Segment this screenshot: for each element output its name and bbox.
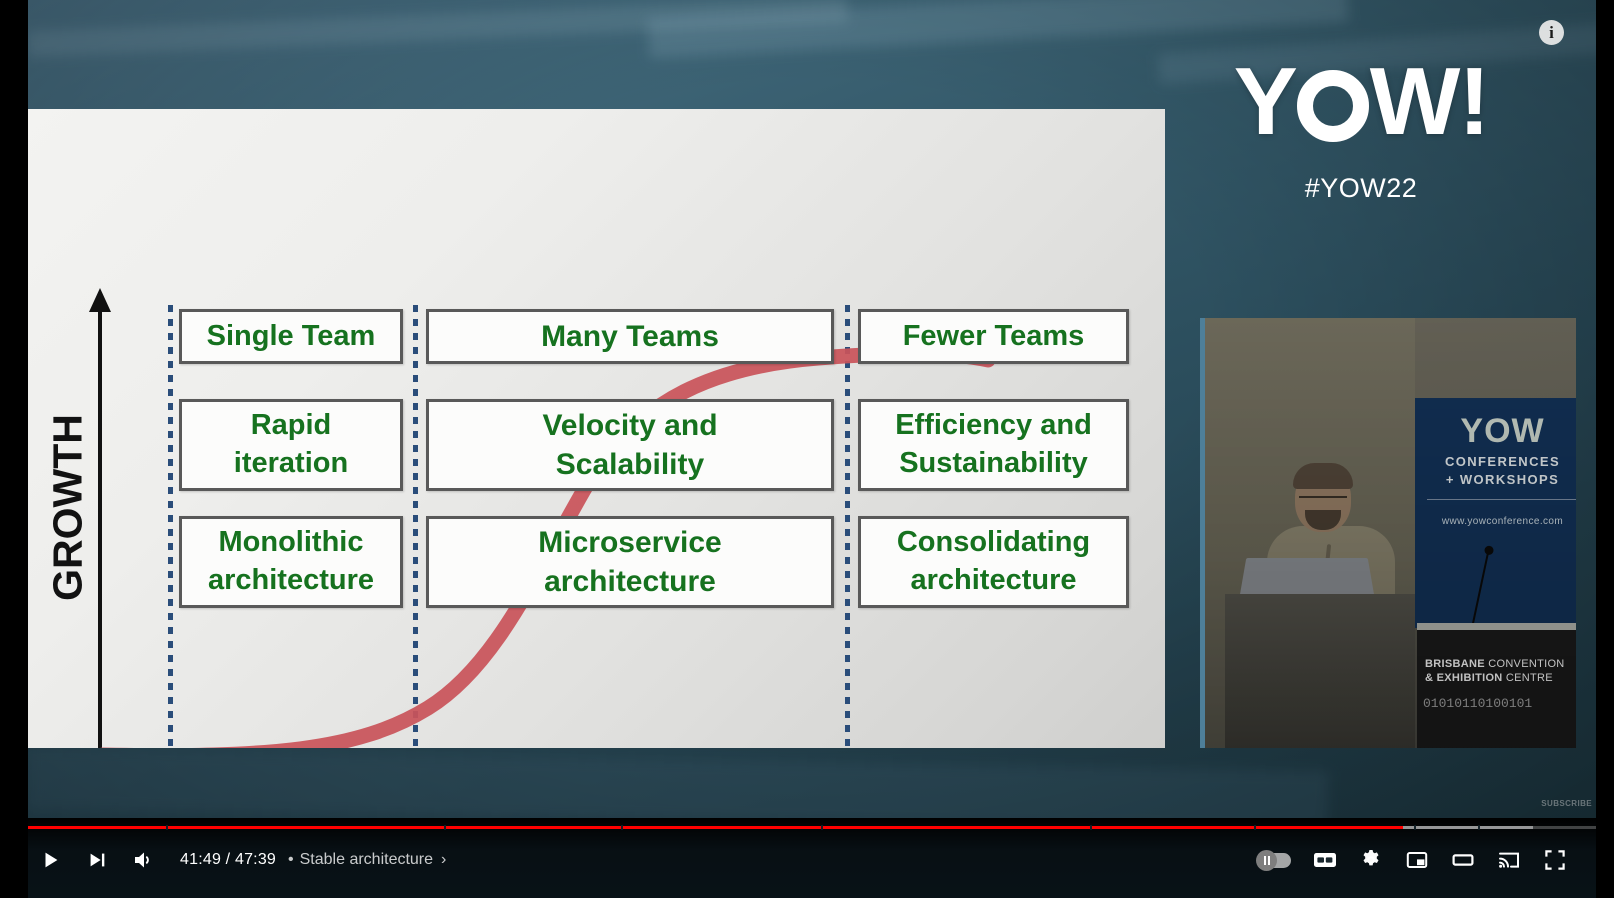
presenter-glasses xyxy=(1299,496,1347,504)
chapter-title-label: Stable architecture xyxy=(299,851,434,868)
y-axis-label: GROWTH xyxy=(44,414,91,601)
y-axis xyxy=(89,288,111,748)
banner-line-1: CONFERENCES xyxy=(1444,454,1561,469)
play-icon[interactable] xyxy=(28,836,74,884)
letterbox-right xyxy=(1596,0,1614,898)
gear-icon[interactable] xyxy=(1348,836,1394,884)
presentation-slide: GROWTH TIME STARTING SCALING OPTIMIZING … xyxy=(28,109,1165,748)
captions-button[interactable] xyxy=(1302,836,1348,884)
controls-row: 41:49 / 47:39 • Stable architecture › xyxy=(28,836,1596,884)
chapter-markers xyxy=(28,825,1596,830)
yow-logo-o-ring xyxy=(1296,70,1369,142)
player-controls-bar: 41:49 / 47:39 • Stable architecture › xyxy=(28,818,1596,898)
lectern-line-1-rest: CONVENTION xyxy=(1484,658,1565,670)
progress-bar[interactable] xyxy=(28,825,1596,830)
lectern-line-2: & EXHIBITION CENTRE xyxy=(1425,672,1576,684)
youtube-player-page: GROWTH TIME STARTING SCALING OPTIMIZING … xyxy=(0,0,1614,898)
banner-line-2: + WORKSHOPS xyxy=(1445,472,1560,487)
pause-bars-icon xyxy=(1263,855,1271,865)
chevron-right-icon: › xyxy=(441,851,447,868)
miniplayer-icon[interactable] xyxy=(1394,836,1440,884)
cell-teams-optimizing: Fewer Teams xyxy=(858,309,1129,364)
speaker-video-inset: YOW CONFERENCES + WORKSHOPS www.yowconfe… xyxy=(1200,318,1576,748)
info-icon[interactable]: i xyxy=(1539,20,1564,45)
cell-architecture-starting: Monolithic architecture xyxy=(179,516,403,608)
cell-focus-optimizing: Efficiency and Sustainability xyxy=(858,399,1129,491)
yow-conference-banner: YOW CONFERENCES + WORKSHOPS www.yowconfe… xyxy=(1415,398,1576,628)
banner-divider xyxy=(1427,499,1576,500)
laptop xyxy=(1239,558,1375,599)
phase-divider xyxy=(168,305,173,748)
cast-icon[interactable] xyxy=(1486,836,1532,884)
yow-logo-y: Y xyxy=(1233,48,1298,155)
lectern-line-1-bold: BRISBANE xyxy=(1425,658,1485,670)
volume-icon[interactable] xyxy=(120,836,166,884)
venue-lectern: BRISBANE CONVENTION & EXHIBITION CENTRE … xyxy=(1417,623,1576,748)
chapter-title-button[interactable]: Stable architecture › xyxy=(300,851,447,869)
yow-branding: Y W! #YOW22 xyxy=(1211,54,1511,204)
theater-mode-icon[interactable] xyxy=(1440,836,1486,884)
cell-focus-scaling: Velocity and Scalability xyxy=(426,399,834,491)
banner-url: www.yowconference.com xyxy=(1441,516,1564,527)
banner-logo: YOW xyxy=(1460,412,1545,450)
time-chapter-separator: • xyxy=(288,851,294,868)
controls-left-group: 41:49 / 47:39 • Stable architecture › xyxy=(28,836,446,884)
subscribe-hint[interactable]: SUBSCRIBE xyxy=(1541,799,1592,808)
phase-divider xyxy=(845,305,850,748)
lectern-line-2-bold: & EXHIBITION xyxy=(1425,672,1503,684)
cell-focus-starting: Rapid iteration xyxy=(179,399,403,491)
autoplay-knob xyxy=(1256,849,1277,871)
cell-teams-scaling: Many Teams xyxy=(426,309,834,364)
fullscreen-icon[interactable] xyxy=(1532,836,1578,884)
lectern-line-2-rest: CENTRE xyxy=(1502,672,1553,684)
autoplay-track xyxy=(1256,849,1291,871)
next-video-icon[interactable] xyxy=(74,836,120,884)
cell-architecture-scaling: Microservice architecture xyxy=(426,516,834,608)
video-stage[interactable]: GROWTH TIME STARTING SCALING OPTIMIZING … xyxy=(28,0,1596,818)
controls-right-group xyxy=(1248,836,1596,884)
presenter-hair xyxy=(1293,463,1353,489)
yow-hashtag: #YOW22 xyxy=(1304,173,1418,204)
podium-desk xyxy=(1225,594,1415,748)
yow-logo-exclaim: ! xyxy=(1458,48,1490,155)
lectern-binary-art: 01010110100101 xyxy=(1423,696,1533,711)
phase-divider xyxy=(413,305,418,748)
letterbox-left xyxy=(0,0,28,898)
yow-logo: Y W! xyxy=(1211,54,1511,150)
yow-logo-w: W xyxy=(1369,48,1461,155)
autoplay-toggle[interactable] xyxy=(1248,836,1302,884)
time-display: 41:49 / 47:39 xyxy=(180,851,277,868)
lectern-line-1: BRISBANE CONVENTION xyxy=(1425,658,1576,670)
cell-teams-starting: Single Team xyxy=(179,309,403,364)
cell-architecture-optimizing: Consolidating architecture xyxy=(858,516,1129,608)
